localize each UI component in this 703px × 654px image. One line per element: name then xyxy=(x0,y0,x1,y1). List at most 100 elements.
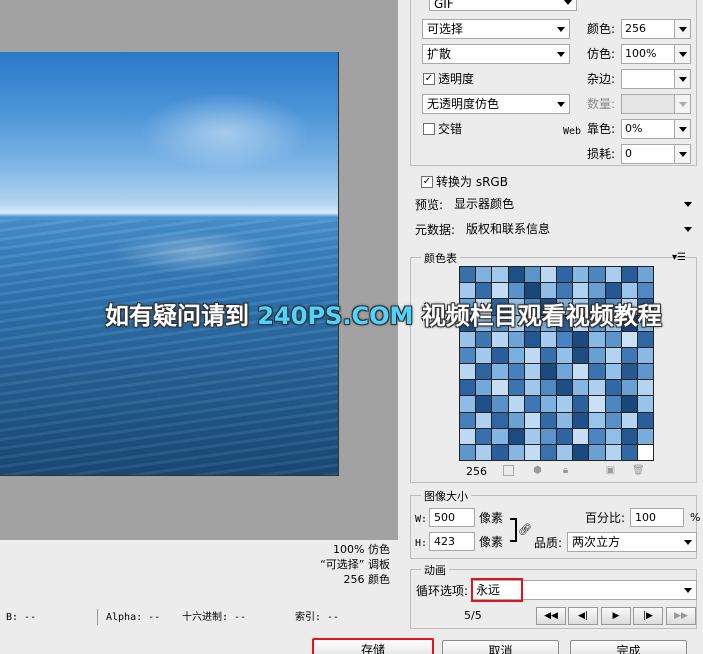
color-swatch[interactable] xyxy=(605,267,621,283)
color-swatch[interactable] xyxy=(492,331,508,347)
color-swatch[interactable] xyxy=(637,267,653,283)
color-swatch[interactable] xyxy=(476,380,492,396)
color-swatch[interactable] xyxy=(637,331,653,347)
matte-dropdown-button[interactable] xyxy=(674,70,690,88)
done-button[interactable]: 完成 xyxy=(570,640,687,654)
play-button[interactable]: ▶ xyxy=(601,607,631,625)
percent-input[interactable]: 100 xyxy=(630,508,684,527)
color-swatch[interactable] xyxy=(540,444,556,460)
color-swatch[interactable] xyxy=(460,444,476,460)
previous-frame-button[interactable]: ◀| xyxy=(568,607,598,625)
color-swatch[interactable] xyxy=(605,444,621,460)
color-swatch[interactable] xyxy=(589,396,605,412)
color-swatch[interactable] xyxy=(524,380,540,396)
color-swatch[interactable] xyxy=(637,444,653,460)
lossy-input[interactable]: 0 xyxy=(621,144,691,164)
color-swatch[interactable] xyxy=(605,364,621,380)
color-swatch[interactable] xyxy=(476,331,492,347)
web-snap-dropdown-button[interactable] xyxy=(674,120,690,138)
color-swatch[interactable] xyxy=(621,347,637,363)
color-swatch[interactable] xyxy=(476,396,492,412)
color-swatch[interactable] xyxy=(557,428,573,444)
color-swatch[interactable] xyxy=(508,428,524,444)
preview-area[interactable] xyxy=(0,0,398,540)
color-swatch[interactable] xyxy=(508,412,524,428)
color-swatch[interactable] xyxy=(637,380,653,396)
color-swatch[interactable] xyxy=(460,364,476,380)
color-swatch[interactable] xyxy=(573,412,589,428)
color-swatch[interactable] xyxy=(508,380,524,396)
color-swatch[interactable] xyxy=(524,396,540,412)
color-swatch[interactable] xyxy=(492,428,508,444)
color-swatch[interactable] xyxy=(605,396,621,412)
color-swatch[interactable] xyxy=(589,444,605,460)
colors-dropdown-button[interactable] xyxy=(674,20,690,38)
color-swatch[interactable] xyxy=(557,380,573,396)
color-swatch[interactable] xyxy=(476,412,492,428)
color-swatch[interactable] xyxy=(460,396,476,412)
color-swatch[interactable] xyxy=(492,412,508,428)
color-swatch[interactable] xyxy=(508,331,524,347)
trash-icon[interactable]: 🗑︎ xyxy=(632,465,645,476)
color-swatch[interactable] xyxy=(492,396,508,412)
dither-algorithm-select[interactable]: 扩散 xyxy=(422,44,570,64)
palette-select[interactable]: 可选择 xyxy=(422,19,570,39)
color-swatch[interactable] xyxy=(589,331,605,347)
transparency-dither-select[interactable]: 无透明度仿色 xyxy=(422,94,570,114)
color-swatch[interactable] xyxy=(540,396,556,412)
lock-icon[interactable]: 🔒︎ xyxy=(560,465,571,476)
color-swatch[interactable] xyxy=(492,380,508,396)
colors-input[interactable]: 256 xyxy=(621,19,691,39)
color-swatch[interactable] xyxy=(540,412,556,428)
color-swatch[interactable] xyxy=(621,428,637,444)
new-color-icon[interactable]: ▣ xyxy=(605,465,616,476)
metadata-select[interactable]: 版权和联系信息 xyxy=(461,219,697,239)
color-swatch[interactable] xyxy=(573,347,589,363)
color-swatch[interactable] xyxy=(573,364,589,380)
color-swatch[interactable] xyxy=(476,364,492,380)
matte-input[interactable] xyxy=(621,69,691,89)
color-swatch[interactable] xyxy=(524,347,540,363)
color-swatch[interactable] xyxy=(621,396,637,412)
color-swatch[interactable] xyxy=(557,331,573,347)
color-swatch[interactable] xyxy=(621,380,637,396)
link-icon[interactable]: 🔗︎ xyxy=(518,522,532,538)
dither-dropdown-button[interactable] xyxy=(674,45,690,63)
color-swatch[interactable] xyxy=(524,412,540,428)
color-swatch[interactable] xyxy=(492,444,508,460)
map-to-transparent-icon[interactable] xyxy=(503,465,514,476)
color-swatch[interactable] xyxy=(524,444,540,460)
color-swatch[interactable] xyxy=(557,347,573,363)
color-swatch[interactable] xyxy=(557,267,573,283)
color-swatch[interactable] xyxy=(540,267,556,283)
color-swatch[interactable] xyxy=(460,412,476,428)
color-swatch[interactable] xyxy=(637,428,653,444)
width-input[interactable]: 500 xyxy=(429,508,475,527)
color-swatch[interactable] xyxy=(557,396,573,412)
color-table-menu-icon[interactable]: ▾☰ xyxy=(672,250,686,266)
color-swatch[interactable] xyxy=(621,331,637,347)
dither-input[interactable]: 100% xyxy=(621,44,691,64)
cancel-button[interactable]: 取消 xyxy=(442,640,559,654)
color-swatch[interactable] xyxy=(476,444,492,460)
last-frame-button[interactable]: ▶▶ xyxy=(666,607,696,625)
color-swatch[interactable] xyxy=(573,380,589,396)
color-swatch[interactable] xyxy=(460,428,476,444)
color-swatch[interactable] xyxy=(557,444,573,460)
preview-select[interactable]: 显示器颜色 xyxy=(449,194,697,214)
color-swatch[interactable] xyxy=(524,428,540,444)
color-swatch[interactable] xyxy=(637,396,653,412)
convert-srgb-checkbox[interactable]: ✓ xyxy=(421,176,433,188)
color-swatch[interactable] xyxy=(621,444,637,460)
color-swatch[interactable] xyxy=(589,380,605,396)
interlaced-checkbox[interactable] xyxy=(423,123,435,135)
color-swatch[interactable] xyxy=(540,331,556,347)
color-swatch[interactable] xyxy=(589,347,605,363)
color-swatch[interactable] xyxy=(637,364,653,380)
color-swatch[interactable] xyxy=(589,267,605,283)
color-swatch[interactable] xyxy=(589,428,605,444)
color-swatch[interactable] xyxy=(605,331,621,347)
color-swatch[interactable] xyxy=(557,364,573,380)
color-swatch[interactable] xyxy=(460,267,476,283)
color-swatch[interactable] xyxy=(524,331,540,347)
